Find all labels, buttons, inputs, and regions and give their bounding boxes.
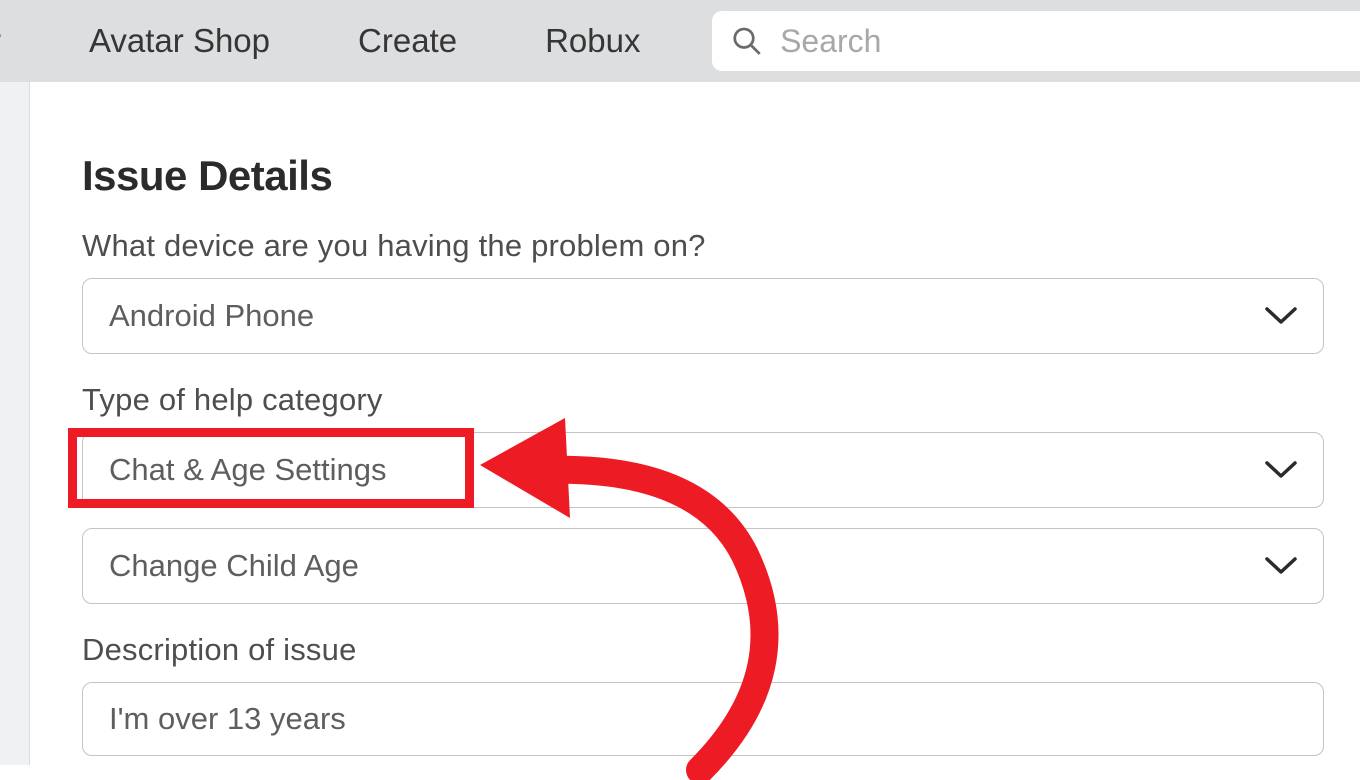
search-input[interactable] (780, 23, 1360, 60)
nav-link-avatar-shop[interactable]: Avatar Shop (45, 22, 314, 60)
nav-link-create[interactable]: Create (314, 22, 501, 60)
category-select[interactable]: Chat & Age Settings (82, 432, 1324, 508)
chevron-down-icon (1265, 556, 1297, 576)
subcategory-select-value: Change Child Age (109, 548, 1265, 584)
device-select[interactable]: Android Phone (82, 278, 1324, 354)
section-title: Issue Details (82, 152, 1324, 200)
chevron-down-icon (1265, 460, 1297, 480)
search-container[interactable] (712, 11, 1360, 71)
subcategory-select[interactable]: Change Child Age (82, 528, 1324, 604)
device-select-value: Android Phone (109, 298, 1265, 334)
description-label: Description of issue (82, 632, 1324, 668)
main-content: Issue Details What device are you having… (30, 82, 1360, 765)
left-gutter (0, 82, 30, 765)
device-label: What device are you having the problem o… (82, 228, 1324, 264)
description-textarea[interactable]: I'm over 13 years (82, 682, 1324, 756)
top-navigation: r Avatar Shop Create Robux (0, 0, 1360, 82)
nav-link-truncated[interactable]: r (0, 22, 45, 60)
category-label: Type of help category (82, 382, 1324, 418)
search-icon (732, 25, 762, 57)
chevron-down-icon (1265, 306, 1297, 326)
content-wrapper: Issue Details What device are you having… (0, 82, 1360, 765)
category-select-value: Chat & Age Settings (109, 452, 1265, 488)
nav-link-robux[interactable]: Robux (501, 22, 684, 60)
